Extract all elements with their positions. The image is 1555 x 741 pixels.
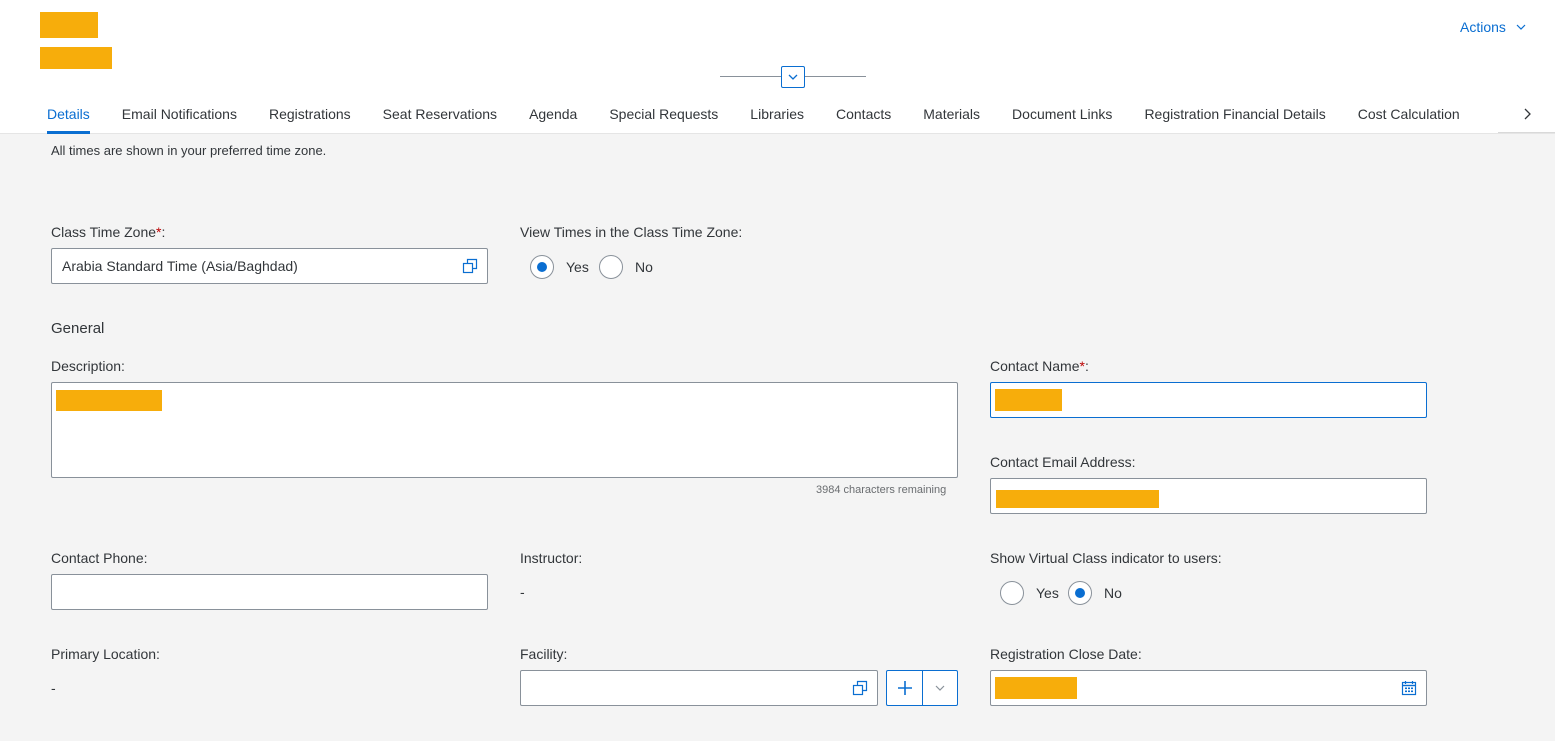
view-times-yes-radio[interactable]: Yes [530,255,589,279]
primary-location-value: - [51,680,56,696]
tab-details[interactable]: Details [31,95,106,134]
tab-cost-calculation[interactable]: Cost Calculation [1342,95,1476,134]
redacted-title [40,12,98,38]
virtual-class-label: Show Virtual Class indicator to users: [990,550,1222,566]
value-help-icon[interactable] [852,680,868,696]
description-textarea[interactable] [51,382,958,478]
chevron-down-icon [1516,24,1526,30]
tab-agenda[interactable]: Agenda [513,95,593,134]
plus-icon [897,681,912,695]
instructor-value: - [520,584,525,600]
radio-circle [599,255,623,279]
radio-circle-selected [530,255,554,279]
redacted-description [56,390,162,411]
tab-scroll-right-button[interactable] [1498,95,1555,133]
view-times-no-radio[interactable]: No [599,255,653,279]
redacted-contact-email [996,490,1159,508]
tab-libraries[interactable]: Libraries [734,95,820,134]
class-time-zone-value: Arabia Standard Time (Asia/Baghdad) [62,258,298,274]
chevron-down-icon [935,685,945,691]
add-facility-button[interactable] [887,671,923,705]
actions-label: Actions [1460,19,1506,35]
contact-phone-label: Contact Phone: [51,550,148,566]
tab-contacts[interactable]: Contacts [820,95,907,134]
virtual-class-no-radio[interactable]: No [1068,581,1122,605]
registration-close-date-input[interactable] [990,670,1427,706]
radio-circle-selected [1068,581,1092,605]
tab-seat-reservations[interactable]: Seat Reservations [367,95,513,134]
value-help-icon[interactable] [462,258,478,274]
characters-remaining: 3984 characters remaining [816,484,947,496]
class-time-zone-label: Class Time Zone*: [51,224,166,240]
tab-bar: Details Email Notifications Registrations S… [31,95,1498,134]
redacted-contact-name [995,389,1062,411]
contact-phone-input[interactable] [51,574,488,610]
instructor-label: Instructor: [520,550,583,566]
tab-registration-financial-details[interactable]: Registration Financial Details [1128,95,1341,134]
tab-overflow-fade [1470,95,1498,133]
contact-email-input[interactable] [990,478,1427,514]
collapse-header-button[interactable] [781,66,805,88]
radio-circle [1000,581,1024,605]
primary-location-label: Primary Location: [51,646,160,662]
calendar-icon[interactable] [1401,680,1417,696]
tab-document-links[interactable]: Document Links [996,95,1128,134]
actions-menu-button[interactable]: Actions [1460,19,1528,35]
chevron-down-icon [788,74,798,80]
redacted-close-date [995,677,1077,699]
class-time-zone-input[interactable]: Arabia Standard Time (Asia/Baghdad) [51,248,488,284]
tab-special-requests[interactable]: Special Requests [593,95,734,134]
view-times-label: View Times in the Class Time Zone: [520,224,743,240]
facility-label: Facility: [520,646,568,662]
timezone-note: All times are shown in your preferred ti… [51,143,327,158]
facility-input[interactable] [520,670,878,706]
section-title-general: General [51,320,105,337]
contact-name-label: Contact Name*: [990,358,1089,374]
description-label: Description: [51,358,125,374]
tab-bar-viewport: Details Email Notifications Registrations S… [0,95,1498,134]
contact-name-input[interactable] [990,382,1427,418]
tab-materials[interactable]: Materials [907,95,996,134]
redacted-subtitle [40,47,112,69]
add-facility-menu-button[interactable] [923,671,957,705]
virtual-class-yes-radio[interactable]: Yes [1000,581,1059,605]
tab-email-notifications[interactable]: Email Notifications [106,95,253,134]
add-facility-split-button [886,670,958,706]
tab-registrations[interactable]: Registrations [253,95,367,134]
registration-close-date-label: Registration Close Date: [990,646,1142,662]
contact-email-label: Contact Email Address: [990,454,1136,470]
chevron-right-icon [1524,108,1531,119]
